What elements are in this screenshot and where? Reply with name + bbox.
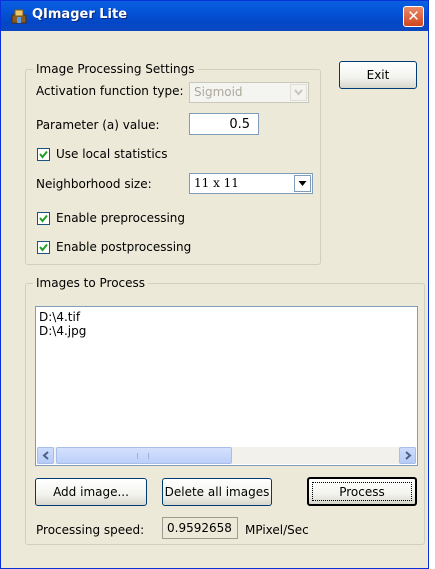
processing-speed-label: Processing speed:: [36, 523, 145, 537]
process-button[interactable]: Process: [307, 477, 417, 506]
list-item[interactable]: D:\4.jpg: [39, 324, 86, 338]
list-item[interactable]: D:\4.tif: [39, 310, 80, 324]
neighborhood-label: Neighborhood size:: [36, 177, 152, 191]
activation-label: Activation function type:: [36, 84, 184, 98]
use-local-stats-label: Use local statistics: [56, 147, 168, 161]
processing-speed-value: 0.9592658: [167, 521, 232, 535]
enable-preprocessing-label: Enable preprocessing: [56, 211, 186, 225]
horizontal-scrollbar[interactable]: [37, 447, 416, 464]
parameter-input[interactable]: 0.5: [189, 113, 259, 135]
chevron-right-icon: [405, 451, 412, 460]
images-group-title: Images to Process: [33, 276, 149, 290]
add-image-button[interactable]: Add image...: [35, 478, 147, 506]
neighborhood-value: 11 x 11: [194, 176, 239, 190]
neighborhood-select[interactable]: 11 x 11: [189, 173, 313, 194]
check-icon: [39, 243, 48, 252]
scroll-thumb[interactable]: [56, 447, 232, 464]
delete-all-images-button[interactable]: Delete all images: [162, 478, 272, 506]
parameter-value: 0.5: [229, 117, 250, 132]
processing-speed-value-box: 0.9592658: [162, 517, 238, 539]
title-bar[interactable]: QImager Lite ✕: [1, 1, 428, 31]
process-button-label: Process: [312, 482, 412, 501]
enable-preprocessing-checkbox[interactable]: [37, 212, 50, 225]
processing-speed-unit: MPixel/Sec: [245, 523, 309, 537]
close-button[interactable]: ✕: [403, 6, 424, 27]
chevron-down-icon[interactable]: [294, 175, 311, 192]
window-title: QImager Lite: [32, 7, 128, 22]
enable-postprocessing-label: Enable postprocessing: [56, 240, 192, 254]
activation-select[interactable]: Sigmoid: [189, 82, 309, 103]
scroll-right-button[interactable]: [399, 447, 416, 464]
enable-postprocessing-checkbox[interactable]: [37, 241, 50, 254]
scroll-left-button[interactable]: [37, 447, 54, 464]
grip-icon: [137, 453, 149, 459]
app-window: QImager Lite ✕ Image Processing Settings…: [0, 0, 429, 569]
images-listbox[interactable]: D:\4.tif D:\4.jpg: [35, 306, 418, 466]
activation-value: Sigmoid: [194, 85, 243, 99]
app-icon: [11, 8, 27, 24]
chevron-left-icon: [42, 451, 49, 460]
exit-button[interactable]: Exit: [339, 61, 417, 89]
settings-group-title: Image Processing Settings: [33, 62, 198, 76]
check-icon: [39, 150, 48, 159]
close-icon: ✕: [407, 7, 420, 25]
use-local-stats-checkbox[interactable]: [37, 148, 50, 161]
chevron-down-icon: [290, 84, 307, 101]
parameter-label: Parameter (a) value:: [36, 118, 160, 132]
check-icon: [39, 214, 48, 223]
